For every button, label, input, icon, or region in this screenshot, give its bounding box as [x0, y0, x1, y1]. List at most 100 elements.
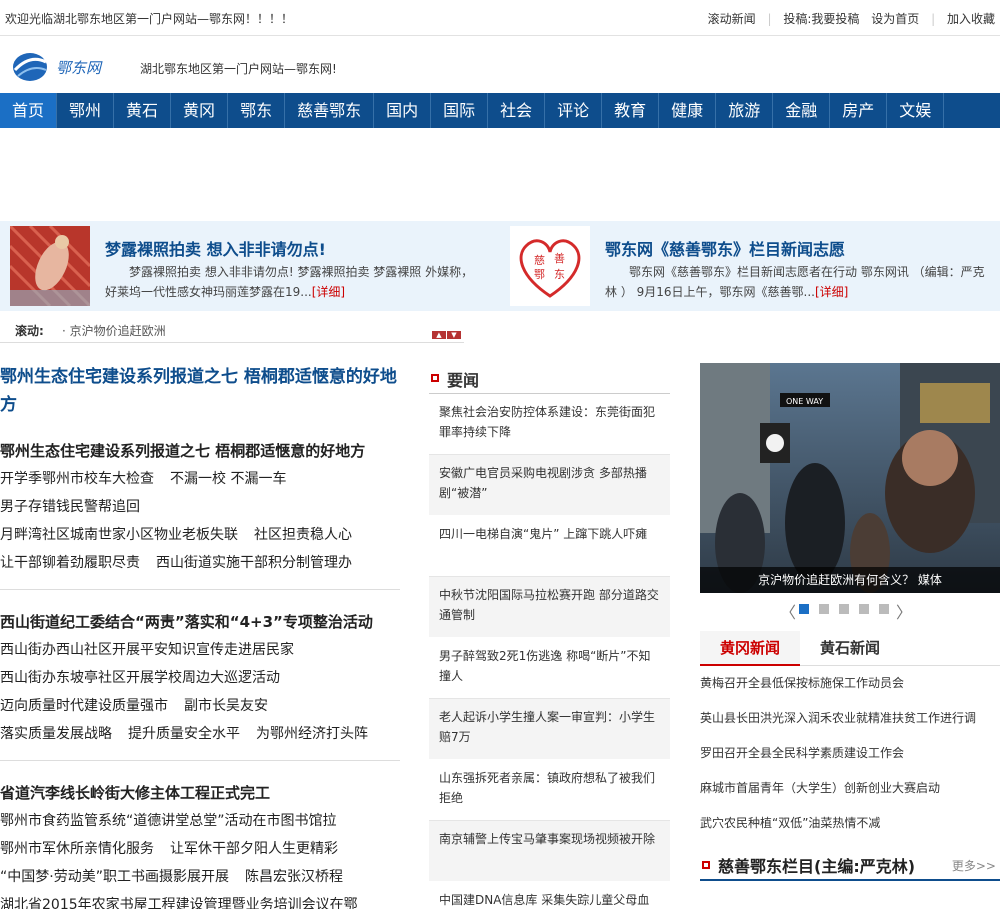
news-item[interactable]: 四川一电梯自演“鬼片” 上蹿下跳人吓瘫 — [429, 516, 670, 577]
detail-link[interactable]: [详细] — [312, 285, 345, 299]
nav-item[interactable]: 房产 — [830, 93, 888, 128]
news-link[interactable]: 鄂州市军休所亲情化服务 — [0, 841, 154, 857]
news-row: 男子存错钱民警帮追回 — [0, 493, 400, 521]
nav-item[interactable]: 国际 — [431, 93, 489, 128]
news-item[interactable]: 聚焦社会治安防控体系建设：东莞街面犯罪率持续下降 — [429, 394, 670, 455]
news-row: 月畔湾社区城南世家小区物业老板失联 社区担责稳人心 — [0, 521, 400, 549]
block-title[interactable]: 省道汽李线长岭街大修主体工程正式完工 — [0, 779, 400, 807]
list-item[interactable]: 英山县长田洪光深入润禾农业就精准扶贫工作进行调 — [700, 701, 1000, 736]
list-item[interactable]: 黄梅召开全县低保按标施保工作动员会 — [700, 666, 1000, 701]
nav-item[interactable]: 社会 — [488, 93, 546, 128]
list-item[interactable]: 罗田召开全县全民科学素质建设工作会 — [700, 736, 1000, 771]
nav-item[interactable]: 国内 — [374, 93, 432, 128]
nav-item[interactable]: 黄冈 — [171, 93, 229, 128]
news-item[interactable]: 中国建DNA信息库 采集失踪儿童父母血样 — [429, 882, 670, 909]
nav-item[interactable]: 慈善鄂东 — [285, 93, 375, 128]
important-news: 要闻 聚焦社会治安防控体系建设：东莞街面犯罪率持续下降 安徽广电官员采购电视剧涉贪… — [429, 363, 670, 909]
divider — [0, 589, 400, 590]
news-link[interactable]: 西山街办东坡亭社区开展学校周边大巡逻活动 — [0, 670, 280, 686]
feature-title[interactable]: 鄂东网《慈善鄂东》栏目新闻志愿 — [605, 236, 845, 260]
photo-slider[interactable]: ONE WAY 京沪物价追赶欧洲有何含义？ 媒体 — [700, 363, 1000, 593]
news-link[interactable]: 不漏一校 不漏一车 — [170, 471, 286, 487]
list-item[interactable]: 武穴农民种植“双低”油菜热情不减 — [700, 806, 1000, 841]
scroll-ticker: 滚动: · 京沪物价追赶欧洲 ▲ ▼ — [0, 317, 1000, 343]
news-link[interactable]: 提升质量安全水平 — [128, 726, 240, 742]
news-link[interactable]: 男子存错钱民警帮追回 — [0, 499, 140, 515]
svg-text:鄂: 鄂 — [534, 268, 545, 281]
news-item[interactable]: 老人起诉小学生撞人案一审宣判：小学生赔7万 — [429, 699, 670, 760]
link-scroll-news[interactable]: 滚动新闻 — [708, 12, 756, 26]
block-title[interactable]: 西山街道纪工委结合“两责”落实和“4+3”专项整治活动 — [0, 608, 400, 636]
nav-item[interactable]: 健康 — [659, 93, 717, 128]
news-link[interactable]: 落实质量发展战略 — [0, 726, 112, 742]
news-link[interactable]: 为鄂州经济打头阵 — [256, 726, 368, 742]
link-add-favorite[interactable]: 加入收藏 — [947, 12, 995, 26]
news-link[interactable]: 迈向质量时代建设质量强市 — [0, 698, 168, 714]
next-arrow-icon[interactable]: 〉 — [896, 599, 912, 623]
nav-item[interactable]: 鄂州 — [57, 93, 115, 128]
news-list: 聚焦社会治安防控体系建设：东莞街面犯罪率持续下降 安徽广电官员采购电视剧涉贪 多部… — [429, 394, 670, 909]
news-item[interactable]: 中秋节沈阳国际马拉松赛开跑 部分道路交通管制 — [429, 577, 670, 638]
nav-item[interactable]: 黄石 — [114, 93, 172, 128]
feature-title[interactable]: 梦露裸照拍卖 想入非非请勿点! — [105, 236, 326, 260]
news-link[interactable]: 鄂州市食药监管系统“道德讲堂总堂”活动在市图书馆拉 — [0, 813, 337, 829]
photo-caption[interactable]: 京沪物价追赶欧洲有何含义？ 媒体 — [700, 567, 1000, 593]
list-item[interactable]: 麻城市首届青年（大学生）创新创业大赛启动 — [700, 771, 1000, 806]
feature-description: 梦露裸照拍卖 想入非非请勿点! 梦露裸照拍卖 梦露裸照 外媒称，好莱坞一代性感女… — [105, 262, 485, 302]
news-link[interactable]: 社区担责稳人心 — [254, 527, 352, 543]
tab-huanggang-news[interactable]: 黄冈新闻 — [700, 631, 800, 666]
charity-logo[interactable]: 慈 善 鄂 东 — [510, 226, 590, 306]
news-link[interactable]: 陈昌宏张汉桥程 — [245, 869, 343, 885]
link-set-homepage[interactable]: 设为首页 — [871, 12, 919, 26]
separator: | — [931, 12, 936, 26]
svg-text:鄂东网: 鄂东网 — [56, 59, 103, 77]
nav-item[interactable]: 文娱 — [887, 93, 945, 128]
site-slogan: 湖北鄂东地区第一门户网站—鄂东网! — [140, 62, 337, 76]
nav-item[interactable]: 金融 — [773, 93, 831, 128]
prev-arrow-icon[interactable]: 〈 — [780, 599, 796, 623]
slide-dot[interactable] — [879, 604, 889, 614]
slide-dot[interactable] — [859, 604, 869, 614]
nav-item[interactable]: 教育 — [602, 93, 660, 128]
nav-item[interactable]: 首页 — [0, 93, 58, 128]
news-link[interactable]: 让干部铆着劲履职尽责 — [0, 555, 140, 571]
top-links: 滚动新闻 | 投稿:我要投稿 设为首页 | 加入收藏 — [700, 10, 995, 27]
headline[interactable]: 鄂州生态住宅建设系列报道之七 梧桐郡适惬意的好地方 — [0, 363, 400, 419]
block-title[interactable]: 鄂州生态住宅建设系列报道之七 梧桐郡适惬意的好地方 — [0, 437, 400, 465]
welcome-text: 欢迎光临湖北鄂东地区第一门户网站—鄂东网！！！！ — [5, 12, 294, 26]
news-link[interactable]: 西山街办西山社区开展平安知识宣传走进居民家 — [0, 642, 294, 658]
news-link[interactable]: 让军休干部夕阳人生更精彩 — [170, 841, 338, 857]
news-row: 落实质量发展战略 提升质量安全水平 为鄂州经济打头阵 — [0, 720, 400, 748]
detail-link[interactable]: [详细] — [815, 285, 848, 299]
nav-item[interactable]: 评论 — [545, 93, 603, 128]
news-item[interactable]: 南京辅警上传宝马肇事案现场视频被开除 — [429, 821, 670, 882]
news-link[interactable]: 西山街道实施干部积分制管理办 — [156, 555, 352, 571]
news-link[interactable]: 月畔湾社区城南世家小区物业老板失联 — [0, 527, 238, 543]
feature-thumbnail[interactable] — [8, 224, 92, 308]
ticker-item[interactable]: · 京沪物价追赶欧洲 — [62, 322, 166, 339]
feature-card[interactable]: 梦露裸照拍卖 想入非非请勿点! 梦露裸照拍卖 想入非非请勿点! 梦露裸照拍卖 梦… — [8, 224, 490, 308]
ticker-up-button[interactable]: ▲ — [432, 331, 446, 339]
news-link[interactable]: 副市长吴友安 — [184, 698, 268, 714]
slide-dot[interactable] — [799, 604, 809, 614]
news-item[interactable]: 山东强拆死者亲属：镇政府想私了被我们拒绝 — [429, 760, 670, 821]
news-item[interactable]: 安徽广电官员采购电视剧涉贪 多部热播剧“被潜” — [429, 455, 670, 516]
slide-dot[interactable] — [819, 604, 829, 614]
news-link[interactable]: 湖北省2015年农家书屋工程建设管理暨业务培训会议在鄂 — [0, 897, 358, 909]
site-logo[interactable]: 鄂东网 — [12, 50, 112, 84]
feature-card[interactable]: 慈 善 鄂 东 鄂东网《慈善鄂东》栏目新闻志愿 鄂东网《慈善鄂东》栏目新闻志愿者… — [510, 226, 1000, 306]
section-header: 要闻 — [429, 363, 670, 394]
ticker-down-button[interactable]: ▼ — [447, 331, 461, 339]
more-link[interactable]: 更多>> — [952, 857, 996, 874]
feature-description: 鄂东网《慈善鄂东》栏目新闻志愿者在行动 鄂东网讯 （编辑：严克林 ） 9月16日… — [605, 262, 985, 302]
nav-item[interactable]: 旅游 — [716, 93, 774, 128]
link-submit[interactable]: 投稿:我要投稿 — [783, 12, 859, 26]
news-link[interactable]: “中国梦·劳动美”职工书画摄影展开展 — [0, 869, 229, 885]
charity-section-header: 慈善鄂东栏目(主编:严克林) 更多>> — [700, 849, 1000, 881]
svg-text:东: 东 — [554, 268, 565, 281]
news-link[interactable]: 开学季鄂州市校车大检查 — [0, 471, 154, 487]
tab-huangshi-news[interactable]: 黄石新闻 — [800, 631, 900, 666]
nav-item[interactable]: 鄂东 — [228, 93, 286, 128]
news-item[interactable]: 男子醉驾致2死1伤逃逸 称喝“断片”不知撞人 — [429, 638, 670, 699]
slide-dot[interactable] — [839, 604, 849, 614]
